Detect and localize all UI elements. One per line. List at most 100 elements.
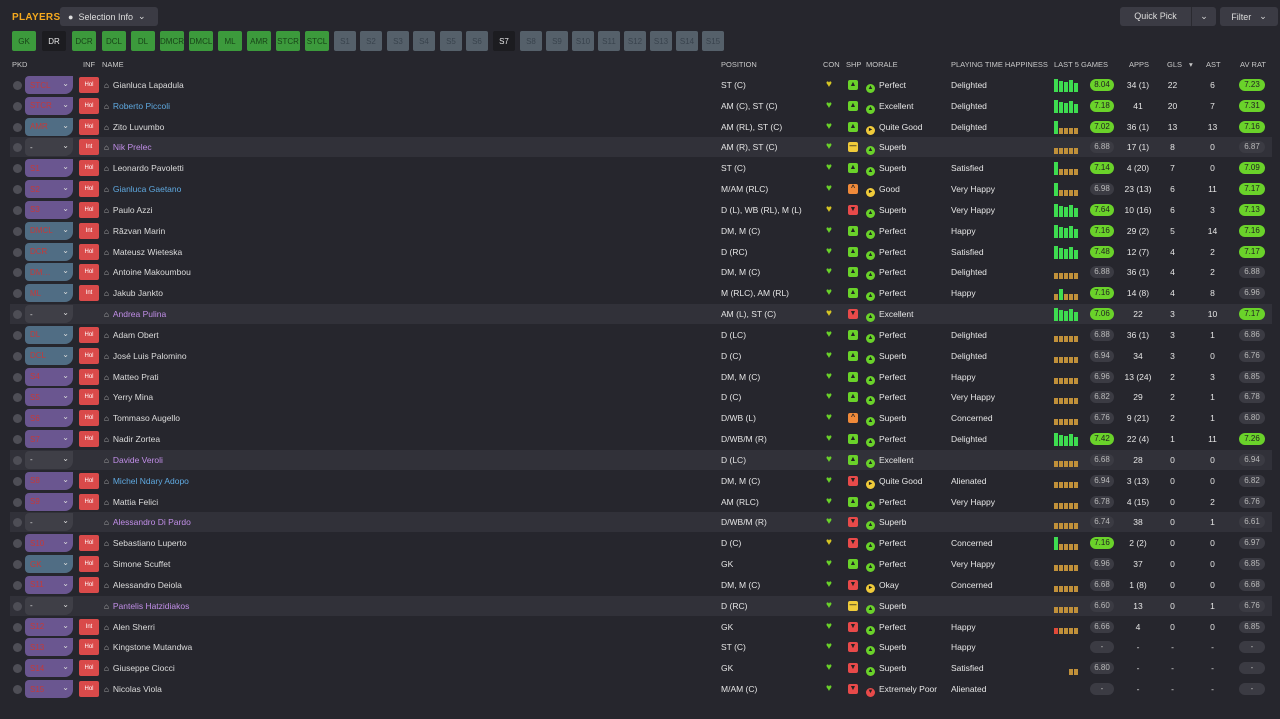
position-selector[interactable]: S4 ⌄ [25, 367, 73, 386]
selection-info-button[interactable]: ● Selection Info ⌄ [60, 7, 158, 26]
row-checkbox[interactable] [13, 476, 22, 486]
player-name[interactable]: ⌂ Antoine Makoumbou [104, 267, 191, 277]
chip-gk[interactable]: GK [12, 31, 36, 51]
row-checkbox[interactable] [13, 330, 22, 340]
position-selector[interactable]: GK ⌄ [25, 555, 73, 574]
position-selector[interactable]: S5 ⌄ [25, 388, 73, 407]
row-checkbox[interactable] [13, 518, 22, 528]
position-selector[interactable]: - ⌄ [25, 305, 73, 324]
position-selector[interactable]: S12 ⌄ [25, 617, 73, 636]
player-name[interactable]: ⌂ Matteo Prati [104, 372, 159, 382]
player-name[interactable]: ⌂ Roberto Piccoli [104, 101, 170, 111]
table-row[interactable]: S13 ⌄ Hol ⌂ Kingstone Mutandwa ST (C) ♥ ▼ ▲ Super… [10, 637, 1272, 657]
table-row[interactable]: AMR ⌄ Hol ⌂ Zito Luvumbo AM (RL), ST (C) ♥ ▲ ▸ Qu… [10, 117, 1272, 137]
player-name[interactable]: ⌂ Gianluca Lapadula [104, 80, 184, 90]
row-checkbox[interactable] [13, 539, 22, 549]
position-selector[interactable]: S3 ⌄ [25, 200, 73, 219]
table-row[interactable]: - ⌄ ⌂ Alessandro Di Pardo D/WB/M (R) ♥ ▼ ▲ Super… [10, 512, 1272, 533]
chip-dmcr[interactable]: DMCR [160, 31, 184, 51]
table-row[interactable]: DL ⌄ Hol ⌂ Adam Obert D (LC) ♥ ▲ ▲ Perfect Delight… [10, 325, 1272, 345]
position-selector[interactable]: S8 ⌄ [25, 471, 73, 490]
position-selector[interactable]: S15 ⌄ [25, 680, 73, 699]
player-name[interactable]: ⌂ Mattia Felici [104, 497, 158, 507]
table-row[interactable]: S11 ⌄ Hol ⌂ Alessandro Deiola DM, M (C) ♥ ▼ ▸ Oka… [10, 575, 1272, 595]
table-row[interactable]: S15 ⌄ Hol ⌂ Nicolas Viola M/AM (C) ♥ ▼ ▼ Extremel… [10, 679, 1272, 699]
table-row[interactable]: - ⌄ ⌂ Pantelis Hatzidiakos D (RC) ♥ — ▲ Superb 6.… [10, 595, 1272, 616]
table-row[interactable]: DMCL ⌄ Int ⌂ Răzvan Marin DM, M (C) ♥ ▲ ▲ Perfect… [10, 221, 1272, 241]
player-name[interactable]: ⌂ Yerry Mina [104, 392, 153, 402]
chip-s6[interactable]: S6 [466, 31, 488, 51]
position-selector[interactable]: S14 ⌄ [25, 659, 73, 678]
player-name[interactable]: ⌂ Andrea Pulina [104, 309, 166, 319]
chip-dmcl[interactable]: DMCL [189, 31, 213, 51]
table-row[interactable]: S10 ⌄ Hol ⌂ Sebastiano Luperto D (C) ♥ ▼ ▲ Perfec… [10, 533, 1272, 553]
col-name[interactable]: NAME [102, 60, 124, 69]
row-checkbox[interactable] [13, 560, 22, 570]
player-name[interactable]: ⌂ Leonardo Pavoletti [104, 163, 184, 173]
col-inf[interactable]: INF [83, 60, 95, 69]
chip-s15[interactable]: S15 [702, 31, 724, 51]
row-checkbox[interactable] [13, 372, 22, 382]
chip-dcl[interactable]: DCL [102, 31, 126, 51]
player-name[interactable]: ⌂ Zito Luvumbo [104, 122, 164, 132]
position-selector[interactable]: STCR ⌄ [25, 96, 73, 115]
row-checkbox[interactable] [13, 664, 22, 674]
table-row[interactable]: S12 ⌄ Int ⌂ Alen Sherri GK ♥ ▼ ▲ Perfect Happy 6.66… [10, 617, 1272, 637]
player-name[interactable]: ⌂ Giuseppe Ciocci [104, 663, 175, 673]
table-row[interactable]: - ⌄ ⌂ Andrea Pulina AM (L), ST (C) ♥ ▼ ▲ Excelle… [10, 304, 1272, 325]
position-selector[interactable]: DCL ⌄ [25, 346, 73, 365]
player-name[interactable]: ⌂ Răzvan Marin [104, 226, 165, 236]
table-row[interactable]: GK ⌄ Hol ⌂ Simone Scuffet GK ♥ ▲ ▲ Perfect Very Ha… [10, 554, 1272, 574]
position-selector[interactable]: S10 ⌄ [25, 534, 73, 553]
position-selector[interactable]: DMCL ⌄ [25, 221, 73, 240]
player-name[interactable]: ⌂ Davide Veroli [104, 455, 163, 465]
chip-s14[interactable]: S14 [676, 31, 698, 51]
table-row[interactable]: S3 ⌄ Hol ⌂ Paulo Azzi D (L), WB (RL), M (L) ♥ ▼… [10, 200, 1272, 220]
col-last5[interactable]: LAST 5 GAMES [1054, 60, 1108, 69]
position-selector[interactable]: - ⌄ [25, 138, 73, 157]
col-pth[interactable]: PLAYING TIME HAPPINESS [951, 60, 1048, 69]
col-gls[interactable]: GLS [1167, 60, 1182, 69]
chip-dcr[interactable]: DCR [72, 31, 96, 51]
player-name[interactable]: ⌂ Nik Prelec [104, 142, 152, 152]
position-selector[interactable]: DM… ⌄ [25, 263, 73, 282]
table-row[interactable]: S9 ⌄ Hol ⌂ Mattia Felici AM (RLC) ♥ ▲ ▲ Perfect Ve… [10, 492, 1272, 512]
position-selector[interactable]: AMR ⌄ [25, 117, 73, 136]
quick-pick-button[interactable]: Quick Pick ⌄ [1120, 7, 1216, 26]
col-con[interactable]: CON [823, 60, 840, 69]
player-name[interactable]: ⌂ Jakub Jankto [104, 288, 163, 298]
chip-amr[interactable]: AMR [247, 31, 271, 51]
row-checkbox[interactable] [13, 122, 22, 132]
row-checkbox[interactable] [13, 622, 22, 632]
table-row[interactable]: ML ⌄ Int ⌂ Jakub Jankto M (RLC), AM (RL) ♥ ▲ ▲ Pe… [10, 283, 1272, 303]
row-checkbox[interactable] [13, 393, 22, 403]
table-row[interactable]: S1 ⌄ Hol ⌂ Leonardo Pavoletti ST (C) ♥ ▲ ▲ Superb… [10, 158, 1272, 178]
table-row[interactable]: DM… ⌄ Hol ⌂ Antoine Makoumbou DM, M (C) ♥ ▲ ▲ Per… [10, 262, 1272, 282]
chip-s13[interactable]: S13 [650, 31, 672, 51]
position-selector[interactable]: ML ⌄ [25, 284, 73, 303]
player-name[interactable]: ⌂ Adam Obert [104, 330, 159, 340]
table-row[interactable]: S7 ⌄ Hol ⌂ Nadir Zortea D/WB/M (R) ♥ ▲ ▲ Perfect D… [10, 429, 1272, 449]
position-selector[interactable]: - ⌄ [25, 513, 73, 532]
row-checkbox[interactable] [13, 81, 22, 90]
chip-s9[interactable]: S9 [546, 31, 568, 51]
col-ast[interactable]: AST [1206, 60, 1221, 69]
col-morale[interactable]: MORALE [866, 60, 898, 69]
row-checkbox[interactable] [13, 580, 22, 590]
player-name[interactable]: ⌂ Paulo Azzi [104, 205, 153, 215]
chip-s3[interactable]: S3 [387, 31, 409, 51]
position-selector[interactable]: S6 ⌄ [25, 409, 73, 428]
position-selector[interactable]: DCR ⌄ [25, 242, 73, 261]
table-row[interactable]: S5 ⌄ Hol ⌂ Yerry Mina D (C) ♥ ▲ ▲ Perfect Very Hap… [10, 387, 1272, 407]
position-selector[interactable]: - ⌄ [25, 596, 73, 615]
col-pkd[interactable]: PKD [12, 60, 27, 69]
position-selector[interactable]: S2 ⌄ [25, 180, 73, 199]
chip-s4[interactable]: S4 [413, 31, 435, 51]
position-selector[interactable]: S1 ⌄ [25, 159, 73, 178]
position-selector[interactable]: S13 ⌄ [25, 638, 73, 657]
filter-button[interactable]: Filter ⌄ [1220, 7, 1278, 26]
row-checkbox[interactable] [13, 205, 22, 215]
chip-ml[interactable]: ML [218, 31, 242, 51]
position-selector[interactable]: S11 ⌄ [25, 575, 73, 594]
row-checkbox[interactable] [13, 435, 22, 445]
